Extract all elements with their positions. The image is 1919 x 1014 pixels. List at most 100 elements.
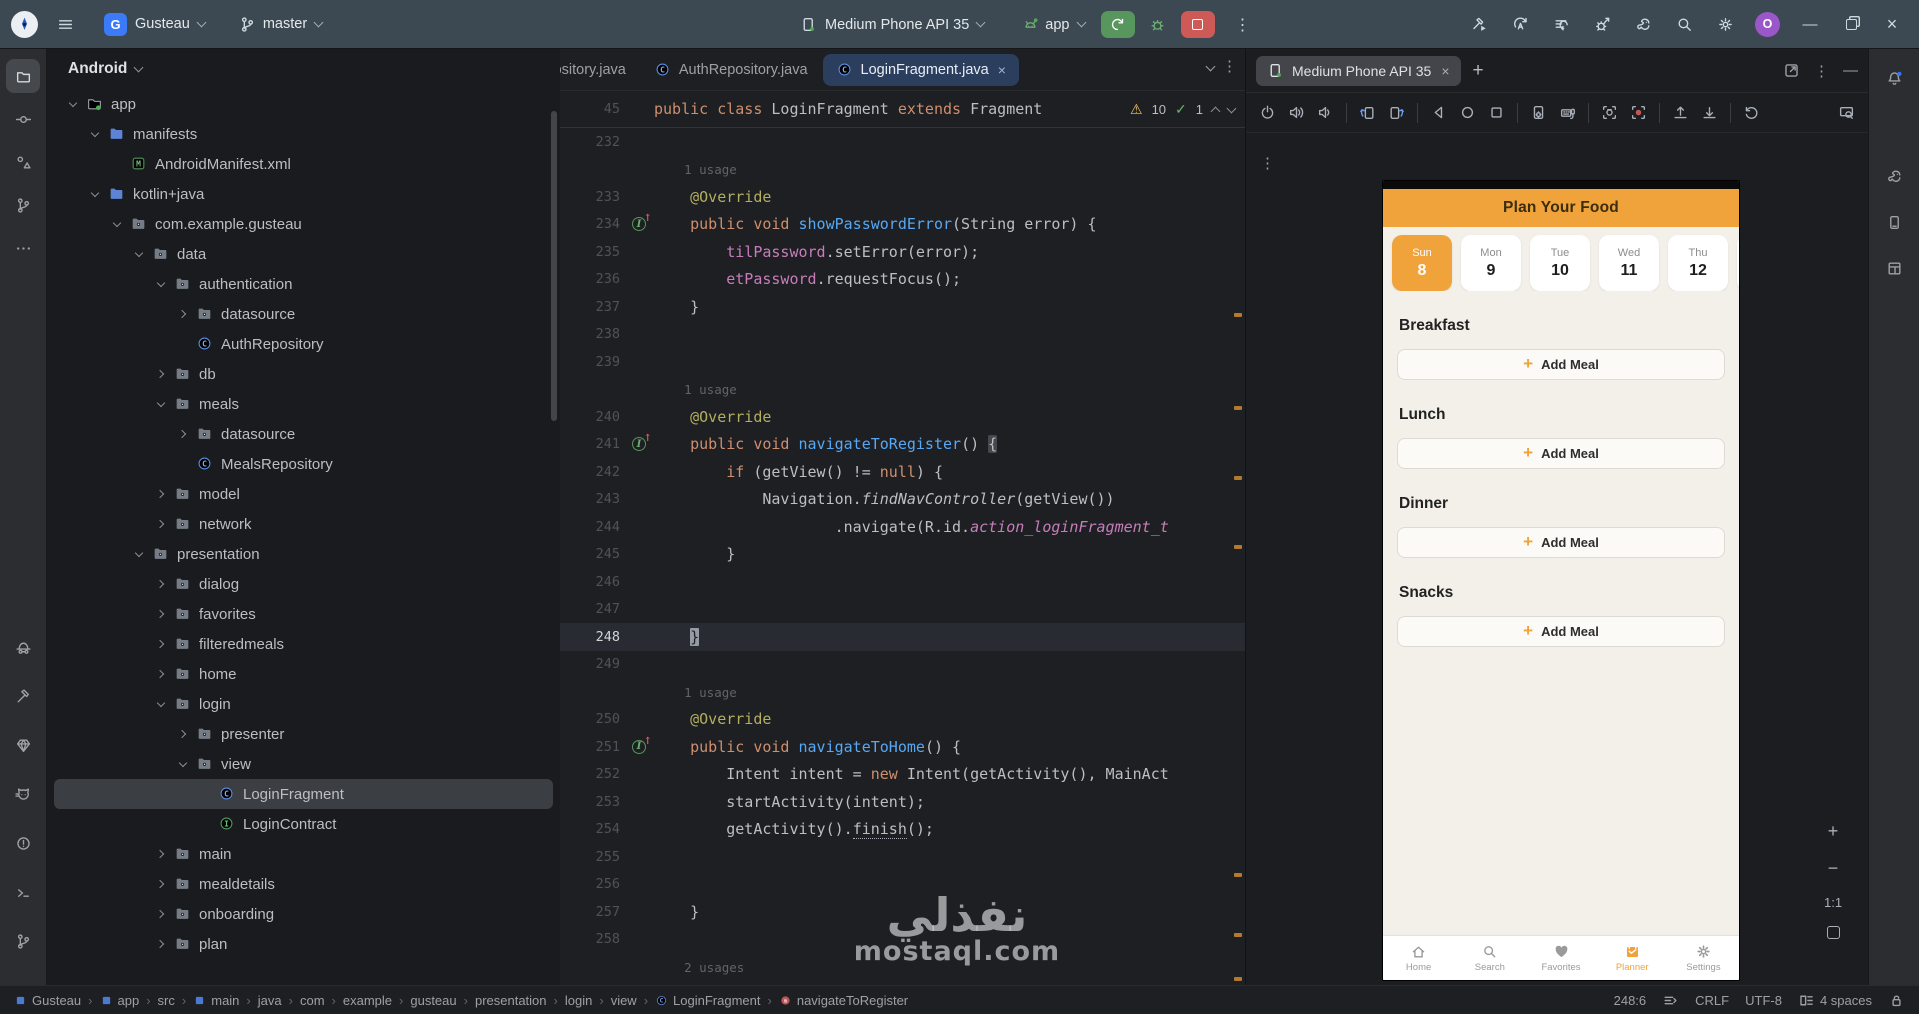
indent-style[interactable]: 4 spaces <box>1798 992 1872 1009</box>
user-avatar[interactable]: O <box>1755 11 1780 37</box>
chevron-right-icon[interactable] <box>150 363 172 385</box>
add-meal-button-lunch[interactable]: + Add Meal <box>1397 438 1725 469</box>
pull-file-button[interactable] <box>1696 99 1723 126</box>
day-chip-sun[interactable]: Sun 8 <box>1392 235 1452 291</box>
chevron-down-icon[interactable] <box>150 273 172 295</box>
tree-item-login[interactable]: login <box>54 689 553 719</box>
project-selector[interactable]: G Gusteau <box>104 12 207 36</box>
tree-item-com.example.gusteau[interactable]: com.example.gusteau <box>54 209 553 239</box>
build-analyzer-icon[interactable] <box>1544 9 1578 39</box>
overview-button[interactable] <box>1483 99 1510 126</box>
window-minimize-button[interactable]: — <box>1793 9 1827 39</box>
tree-item-mealsrepository[interactable]: C MealsRepository <box>54 449 553 479</box>
zoom-reset-button[interactable]: 1:1 <box>1824 895 1842 910</box>
toolbar-overflow-icon[interactable]: ⋮ <box>1260 154 1275 172</box>
code-area[interactable]: 232 1 usage 233 @Override 234 I ↑ public voi… <box>560 128 1245 981</box>
editor-tab-repository-java[interactable]: Repository.java <box>560 54 639 86</box>
profiler-tool-icon[interactable] <box>6 630 40 664</box>
warning-stripe-mark[interactable] <box>1234 313 1242 317</box>
chevron-right-icon[interactable] <box>172 723 194 745</box>
tree-item-dialog[interactable]: dialog <box>54 569 553 599</box>
line-separator[interactable]: CRLF <box>1695 993 1729 1008</box>
volume-up-button[interactable] <box>1283 99 1310 126</box>
tree-item-main[interactable]: main <box>54 839 553 869</box>
breadcrumb-item-java[interactable]: java <box>258 993 282 1008</box>
rotate-left-button[interactable] <box>1354 99 1381 126</box>
add-meal-button-dinner[interactable]: + Add Meal <box>1397 527 1725 558</box>
chevron-right-icon[interactable] <box>150 483 172 505</box>
inspections-ok-icon[interactable]: ✓ <box>1175 101 1187 118</box>
run-configuration-selector[interactable]: app <box>1022 16 1086 33</box>
device-settings-button[interactable] <box>1525 99 1552 126</box>
app-quality-insights-icon[interactable] <box>6 728 40 762</box>
chevron-down-icon[interactable] <box>62 93 84 115</box>
build-tool-icon[interactable] <box>6 679 40 713</box>
version-control-tool-icon[interactable] <box>6 924 40 958</box>
day-chip-mon[interactable]: Mon 9 <box>1461 235 1521 291</box>
breadcrumb-item-view[interactable]: view <box>611 993 637 1008</box>
display-settings-button[interactable] <box>1833 99 1860 126</box>
tree-item-manifests[interactable]: manifests <box>54 119 553 149</box>
breadcrumb-item-com[interactable]: com <box>300 993 325 1008</box>
breadcrumb-item-src[interactable]: src <box>158 993 175 1008</box>
chevron-right-icon[interactable] <box>150 873 172 895</box>
tree-item-plan[interactable]: plan <box>54 929 553 959</box>
rerun-button[interactable] <box>1100 11 1135 38</box>
build-icon[interactable] <box>1462 9 1496 39</box>
breadcrumb-item-presentation[interactable]: presentation <box>475 993 547 1008</box>
nav-item-search[interactable]: Search <box>1454 936 1525 980</box>
chevron-right-icon[interactable] <box>150 603 172 625</box>
overrides-method-icon[interactable]: I ↑ <box>632 213 652 232</box>
breadcrumb-item-navigatetoregister[interactable]: m navigateToRegister <box>779 993 908 1008</box>
inspections-widget-icon[interactable] <box>1662 992 1679 1009</box>
window-restore-button[interactable] <box>1834 9 1868 39</box>
chevron-down-icon[interactable] <box>150 693 172 715</box>
warning-stripe-mark[interactable] <box>1234 406 1242 410</box>
nav-item-settings[interactable]: Settings <box>1668 936 1739 980</box>
tree-item-favorites[interactable]: favorites <box>54 599 553 629</box>
screen-record-button[interactable] <box>1625 99 1652 126</box>
warning-stripe-mark[interactable] <box>1234 873 1242 877</box>
warnings-icon[interactable]: ⚠ <box>1130 101 1143 118</box>
chevron-right-icon[interactable] <box>150 903 172 925</box>
usage-count-hint[interactable]: 2 usages <box>654 960 744 975</box>
pull-requests-tool-icon[interactable] <box>6 188 40 222</box>
rotate-right-button[interactable] <box>1383 99 1410 126</box>
zoom-out-button[interactable]: − <box>1828 858 1839 879</box>
tree-item-datasource[interactable]: datasource <box>54 419 553 449</box>
day-chip-wed[interactable]: Wed 11 <box>1599 235 1659 291</box>
tree-item-presentation[interactable]: presentation <box>54 539 553 569</box>
nav-item-planner[interactable]: Planner <box>1597 936 1668 980</box>
add-device-tab-button[interactable]: + <box>1473 60 1484 82</box>
chevron-right-icon[interactable] <box>150 633 172 655</box>
warning-stripe-mark[interactable] <box>1234 476 1242 480</box>
add-meal-button-breakfast[interactable]: + Add Meal <box>1397 349 1725 380</box>
breadcrumb-item-main[interactable]: main <box>193 993 239 1008</box>
zoom-fit-button[interactable] <box>1826 926 1840 939</box>
chevron-down-icon[interactable] <box>128 543 150 565</box>
tree-item-onboarding[interactable]: onboarding <box>54 899 553 929</box>
emulator-tab[interactable]: Medium Phone API 35 × <box>1256 55 1461 86</box>
screenshot-button[interactable] <box>1596 99 1623 126</box>
window-close-button[interactable]: × <box>1875 9 1909 39</box>
tree-item-home[interactable]: home <box>54 659 553 689</box>
settings-icon[interactable] <box>1708 9 1742 39</box>
warning-stripe-mark[interactable] <box>1234 977 1242 981</box>
tree-item-datasource[interactable]: datasource <box>54 299 553 329</box>
overrides-method-icon[interactable]: I ↑ <box>632 736 652 754</box>
snapshots-button[interactable] <box>1738 99 1765 126</box>
tree-item-logincontract[interactable]: I LoginContract <box>54 809 553 839</box>
running-devices-icon[interactable] <box>1877 251 1911 285</box>
chevron-right-icon[interactable] <box>150 933 172 955</box>
code-editor[interactable]: Repository.java C AuthRepository.java C Logi… <box>560 49 1245 985</box>
panel-options-icon[interactable]: ⋮ <box>1814 62 1829 80</box>
device-manager-icon[interactable] <box>1877 205 1911 239</box>
tree-item-view[interactable]: view <box>54 749 553 779</box>
terminal-tool-icon[interactable] <box>6 875 40 909</box>
device-selector[interactable]: Medium Phone API 35 <box>800 16 986 33</box>
tree-item-kotlin+java[interactable]: kotlin+java <box>54 179 553 209</box>
gradle-sync-icon[interactable] <box>1626 9 1660 39</box>
nav-item-home[interactable]: Home <box>1383 936 1454 980</box>
breadcrumb-item-login[interactable]: login <box>565 993 592 1008</box>
vcs-branch-selector[interactable]: master <box>239 16 324 33</box>
